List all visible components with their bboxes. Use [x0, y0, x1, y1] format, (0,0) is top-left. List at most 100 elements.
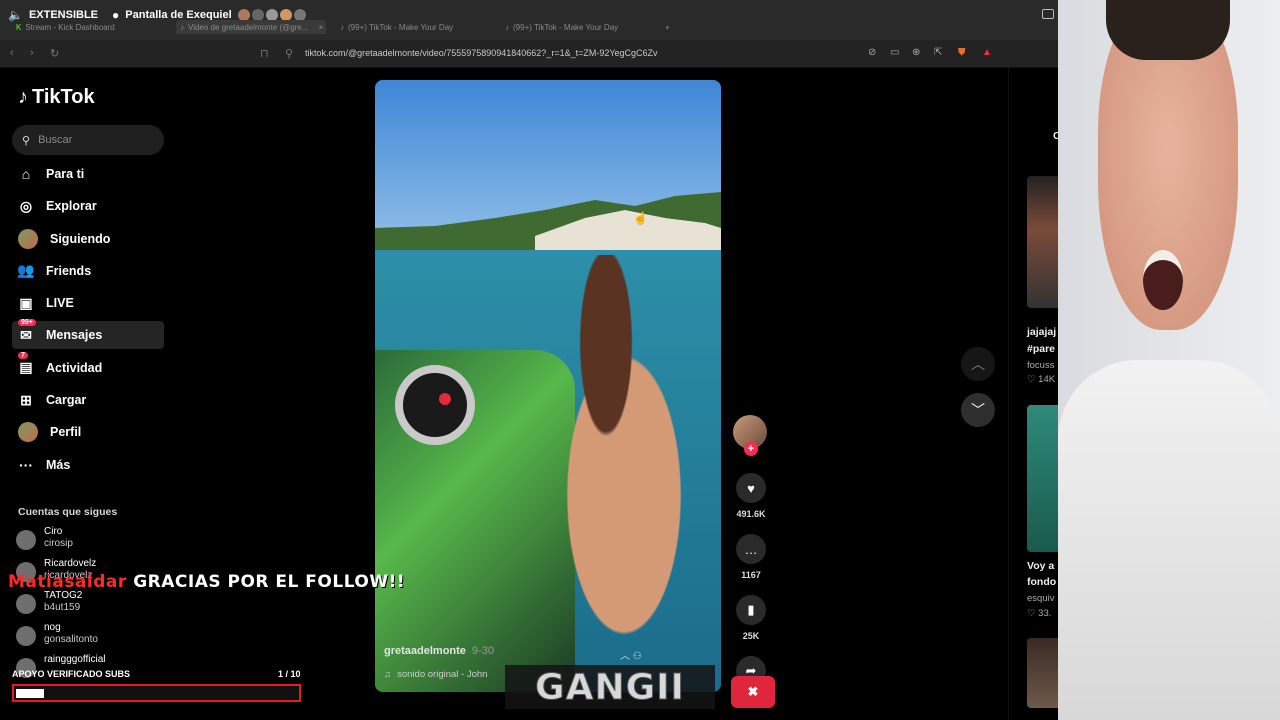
like-action: ♥ 491.6K: [732, 473, 770, 519]
tab-video[interactable]: ♪ Video de gretaadelmonte (@gre... ×: [176, 20, 326, 34]
bookmark-icon[interactable]: ⊓: [260, 47, 269, 60]
close-overlay-button[interactable]: ✖: [731, 676, 775, 708]
sidebar-item-label: Mensajes: [46, 328, 103, 343]
activity-icon: ▤: [19, 359, 33, 376]
more-icon: ···: [19, 456, 33, 473]
screen: 🔈 EXTENSIBLE ● Pantalla de Exequiel K St…: [0, 0, 1280, 720]
tab-tiktok-2[interactable]: ♪ (99+) TikTok - Make Your Day: [505, 20, 618, 34]
avatar: [16, 594, 36, 614]
back-icon[interactable]: ‹: [10, 47, 14, 59]
tab-kick[interactable]: K Stream - Kick Dashboard: [16, 20, 115, 34]
related-thumbnail[interactable]: [1027, 405, 1061, 552]
avatar: [16, 530, 36, 550]
search-input[interactable]: ⚲ Buscar: [12, 125, 164, 155]
like-count: 491.6K: [736, 509, 766, 519]
sidebar-item-explorar[interactable]: ◎ Explorar: [12, 192, 164, 220]
forward-icon[interactable]: ›: [30, 47, 34, 59]
webcam-mouth: [1143, 250, 1183, 310]
close-icon: ✖: [747, 684, 759, 699]
zoom-icon[interactable]: ⊕: [912, 47, 920, 58]
brave-shield-icon[interactable]: ⛊: [958, 47, 966, 58]
following-item[interactable]: TATOG2 b4ut159: [16, 590, 166, 622]
sidebar-item-label: Perfil: [50, 425, 82, 440]
following-title: Cuentas que sigues: [18, 506, 118, 518]
next-video-button[interactable]: ﹀: [961, 393, 995, 427]
music-icon: ♫: [384, 669, 392, 680]
sidebar-item-actividad[interactable]: ▤ Actividad 7: [12, 351, 164, 382]
following-text: nog gonsalitonto: [44, 622, 98, 646]
comment-icon[interactable]: …: [736, 534, 766, 564]
share-icon[interactable]: ⇱: [934, 47, 942, 58]
following-name: raingggofficial: [44, 654, 106, 665]
gang-logo-overlay: GANGII: [505, 665, 715, 709]
avatar: [16, 626, 36, 646]
sidebar-item-perfil[interactable]: Perfil: [12, 418, 164, 446]
webcam-hair: [1106, 0, 1230, 60]
video-username[interactable]: gretaadelmonte: [384, 645, 466, 657]
related-title[interactable]: jajajaj: [1027, 326, 1056, 338]
tiktok-logo[interactable]: ♪ TikTok: [18, 86, 95, 109]
site-info-icon[interactable]: ⚲: [285, 47, 293, 60]
sidebar-item-label: Más: [46, 457, 71, 472]
following-item[interactable]: nog gonsalitonto: [16, 622, 166, 654]
related-subtitle[interactable]: fondo: [1027, 576, 1056, 588]
comment-action: … 1167: [732, 534, 770, 580]
video-sound[interactable]: ♫ sonido original - John: [384, 669, 487, 680]
following-avatar: [18, 228, 38, 249]
profile-avatar: [18, 422, 38, 443]
following-handle: b4ut159: [44, 602, 81, 613]
sidebar-item-mensajes[interactable]: ✉ Mensajes 99+: [12, 319, 164, 350]
compass-icon: ◎: [19, 197, 33, 214]
search-icon: ⚲: [22, 134, 31, 147]
following-name: Ciro: [44, 526, 63, 537]
follow-plus-icon[interactable]: +: [744, 442, 758, 456]
following-name: nog: [44, 622, 61, 633]
tab-tiktok-1[interactable]: ♪ (99+) TikTok - Make Your Day: [340, 20, 453, 34]
bookmark-icon[interactable]: ▮: [736, 595, 766, 625]
heart-outline-icon: ♡: [1027, 374, 1039, 385]
previous-video-button[interactable]: ︿: [961, 347, 995, 381]
related-author[interactable]: esquiv: [1027, 593, 1054, 604]
related-thumbnail[interactable]: [1027, 638, 1061, 708]
window-icon[interactable]: [1042, 9, 1054, 19]
follower-name: Matiasaldar: [8, 572, 127, 592]
tiktok-note-icon: ♪: [18, 86, 28, 108]
sidebar-item-cargar[interactable]: ⊞ Cargar: [12, 386, 164, 414]
reload-icon[interactable]: ↻: [50, 47, 59, 60]
tiktok-icon: ♪: [340, 22, 344, 32]
close-icon[interactable]: ×: [319, 23, 324, 32]
sidebar-item-live[interactable]: ▣ LIVE: [12, 289, 164, 317]
save-action: ▮ 25K: [732, 595, 770, 641]
video-handlebar: [395, 365, 475, 445]
rewards-icon[interactable]: ▲: [982, 47, 992, 58]
tracker-icon[interactable]: ⊘: [868, 47, 876, 58]
tab-label: Video de gretaadelmonte (@gre...: [188, 22, 309, 32]
tab-label: (99+) TikTok - Make Your Day: [513, 22, 619, 32]
related-author[interactable]: focuss: [1027, 360, 1054, 371]
related-subtitle[interactable]: #pare: [1027, 343, 1055, 355]
heart-icon[interactable]: ♥: [736, 473, 766, 503]
webcam-feed: [1058, 0, 1280, 720]
following-handle: gonsalitonto: [44, 634, 98, 645]
video-player[interactable]: [375, 80, 721, 692]
upload-icon: ⊞: [20, 391, 32, 408]
author-avatar[interactable]: +: [733, 415, 767, 456]
notification-badge: 7: [18, 351, 28, 359]
likes-count: 14K: [1038, 374, 1056, 385]
save-count: 25K: [742, 631, 760, 641]
sidebar-item-ms[interactable]: ··· Más: [12, 451, 164, 479]
url-text[interactable]: tiktok.com/@gretaadelmonte/video/7555975…: [305, 48, 658, 58]
related-title[interactable]: Voy a: [1027, 560, 1054, 572]
video-author[interactable]: gretaadelmonte 9-30: [384, 645, 494, 657]
following-text: Ciro cirosip: [44, 526, 73, 550]
sidebar-item-parati[interactable]: ⌂ Para ti: [12, 160, 164, 188]
following-item[interactable]: Ciro cirosip: [16, 526, 166, 558]
new-tab-button[interactable]: +: [665, 20, 670, 34]
subs-goal-label: APOYO VERIFICADO SUBS: [12, 669, 131, 679]
cast-icon[interactable]: ▭: [890, 47, 899, 58]
sidebar-item-siguiendo[interactable]: Siguiendo: [12, 225, 164, 253]
related-thumbnail[interactable]: [1027, 176, 1061, 308]
video-person: [525, 255, 705, 692]
sidebar-item-friends[interactable]: 👥 Friends: [12, 257, 164, 285]
sidebar-nav: ⌂ Para ti ◎ Explorar Siguiendo 👥 Friends ▣ LIVE ✉…: [12, 160, 164, 483]
